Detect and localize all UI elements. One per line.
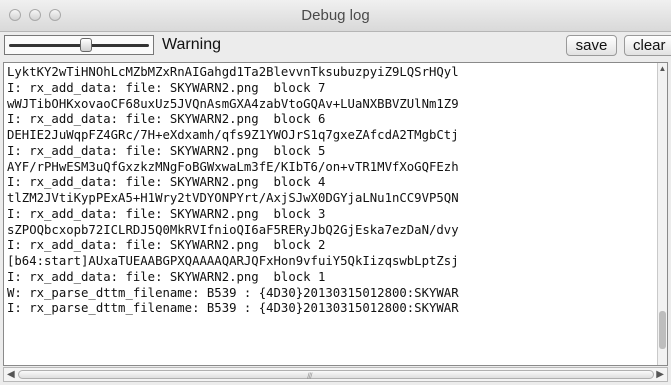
- log-line: I: rx_add_data: file: SKYWARN2.png block…: [7, 80, 326, 95]
- slider-track: [9, 44, 149, 47]
- log-line: tlZM2JVtiKypPExA5+H1Wry2tVDYONPYrt/AxjSJ…: [7, 191, 459, 205]
- log-view[interactable]: LyktKY2wTiHNOhLcMZbMZxRnAIGahgd1Ta2Blevv…: [3, 62, 668, 366]
- log-line: W: rx_parse_dttm_filename: B539 : {4D30}…: [7, 285, 459, 300]
- debug-log-window: Debug log Warning save clear LyktKY2wTiH…: [0, 0, 671, 385]
- clear-button[interactable]: clear: [624, 35, 671, 56]
- scroll-up-arrow-icon[interactable]: ▲: [658, 65, 667, 73]
- log-line: LyktKY2wTiHNOhLcMZbMZxRnAIGahgd1Ta2Blevv…: [7, 65, 459, 79]
- toolbar: Warning save clear: [0, 31, 671, 61]
- log-text: LyktKY2wTiHNOhLcMZbMZxRnAIGahgd1Ta2Blevv…: [7, 65, 657, 317]
- window-title: Debug log: [301, 7, 370, 24]
- resize-grip-icon: ///: [307, 371, 312, 381]
- log-level-slider[interactable]: [4, 35, 154, 55]
- log-line: I: rx_add_data: file: SKYWARN2.png block…: [7, 238, 326, 253]
- log-line: DEHIE2JuWqpFZ4GRc/7H+eXdxamh/qfs9Z1YWOJr…: [7, 128, 459, 142]
- slider-thumb[interactable]: [80, 38, 92, 52]
- log-line: I: rx_add_data: file: SKYWARN2.png block…: [7, 175, 326, 190]
- log-line: wWJTibOHKxovaoCF68uxUz5JVQnAsmGXA4zabVto…: [7, 96, 459, 111]
- log-line: I: rx_add_data: file: SKYWARN2.png block…: [7, 112, 326, 127]
- log-line: sZPOQbcxopb72ICLRDJ5Q0MkRVIfnioQI6aF5RER…: [7, 222, 459, 237]
- log-line: AYF/rPHwESM3uQfGxzkzMNgFoBGWxwaLm3fE/KIb…: [7, 159, 459, 174]
- vertical-scroll-thumb[interactable]: [659, 311, 666, 349]
- log-line: I: rx_add_data: file: SKYWARN2.png block…: [7, 269, 326, 284]
- horizontal-scroll-thumb[interactable]: ///: [18, 370, 654, 381]
- log-line: I: rx_add_data: file: SKYWARN2.png block…: [7, 206, 326, 221]
- horizontal-scrollbar[interactable]: ◀ /// ▶: [3, 367, 668, 382]
- save-button[interactable]: save: [566, 35, 617, 56]
- log-line: I: rx_add_data: file: SKYWARN2.png block…: [7, 143, 326, 158]
- scroll-right-arrow-icon[interactable]: ▶: [656, 369, 664, 380]
- log-line: [b64:start]AUxaTUEAABGPXQAAAAQARJQFxHon9…: [7, 254, 459, 268]
- scroll-left-arrow-icon[interactable]: ◀: [7, 369, 15, 380]
- log-line: I: rx_parse_dttm_filename: B539 : {4D30}…: [7, 301, 459, 316]
- vertical-scrollbar[interactable]: ▲: [657, 63, 667, 365]
- title-bar[interactable]: Debug log: [0, 0, 671, 32]
- log-level-label: Warning: [162, 36, 221, 53]
